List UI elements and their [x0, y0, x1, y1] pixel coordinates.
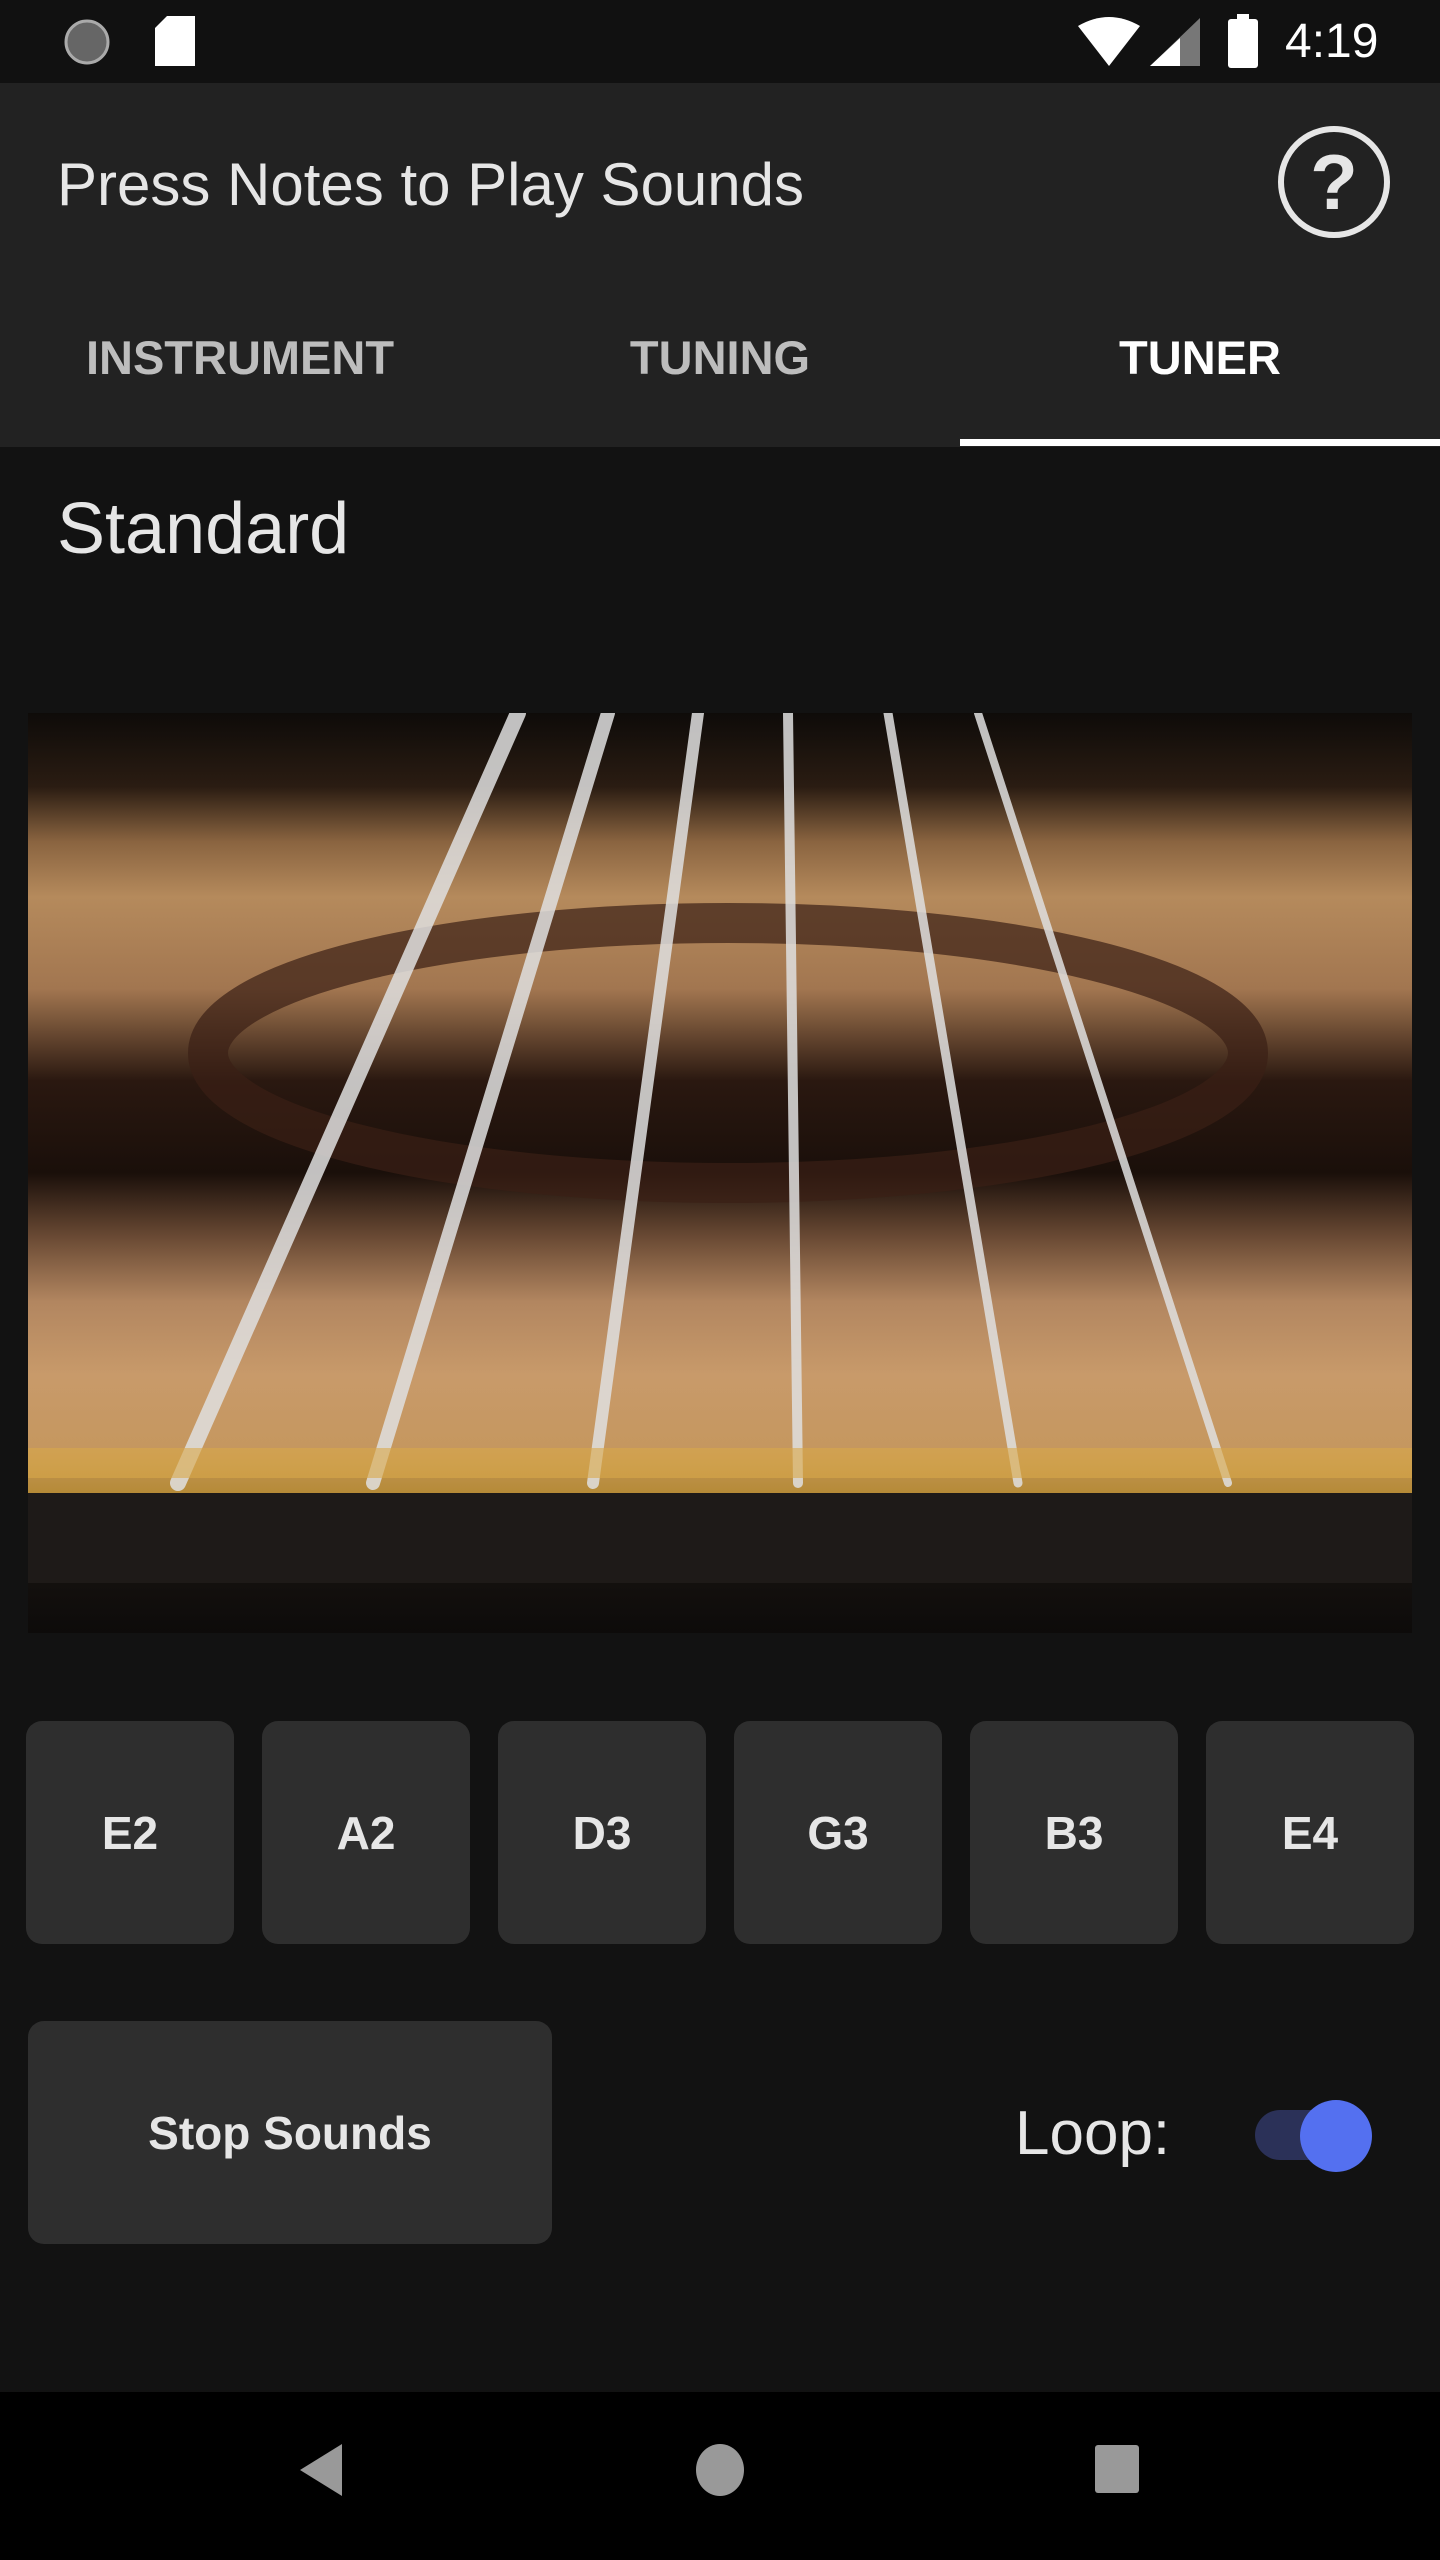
page-title: Press Notes to Play Sounds — [57, 151, 805, 218]
sync-icon — [64, 19, 110, 65]
back-icon[interactable] — [300, 2444, 342, 2496]
note-button-e4[interactable]: E4 — [1206, 1721, 1414, 1944]
note-button-e2[interactable]: E2 — [26, 1721, 234, 1944]
note-button-g3[interactable]: G3 — [734, 1721, 942, 1944]
battery-icon — [1228, 14, 1258, 68]
recents-icon[interactable] — [1095, 2445, 1139, 2493]
stop-sounds-button[interactable]: Stop Sounds — [28, 2021, 552, 2244]
loop-label: Loop: — [1015, 2099, 1171, 2168]
status-time: 4:19 — [1285, 15, 1379, 68]
wifi-icon — [1078, 17, 1140, 66]
navigation-bar — [0, 2392, 1440, 2560]
tab-tuning[interactable]: TUNING — [480, 330, 960, 385]
tab-tuner[interactable]: TUNER — [960, 330, 1440, 385]
guitar-image — [28, 713, 1412, 1633]
loop-toggle-thumb[interactable] — [1300, 2100, 1372, 2172]
status-bar: 4:19 — [0, 0, 1440, 83]
app-bar — [0, 83, 1440, 447]
signal-icon — [1150, 18, 1200, 66]
note-button-d3[interactable]: D3 — [498, 1721, 706, 1944]
note-button-a2[interactable]: A2 — [262, 1721, 470, 1944]
help-icon[interactable]: ? — [1278, 126, 1390, 238]
tuning-name: Standard — [57, 489, 350, 569]
sd-card-icon — [155, 16, 195, 66]
tab-instrument[interactable]: INSTRUMENT — [0, 330, 480, 385]
tab-indicator — [960, 439, 1440, 446]
note-button-b3[interactable]: B3 — [970, 1721, 1178, 1944]
home-icon[interactable] — [695, 2444, 745, 2496]
